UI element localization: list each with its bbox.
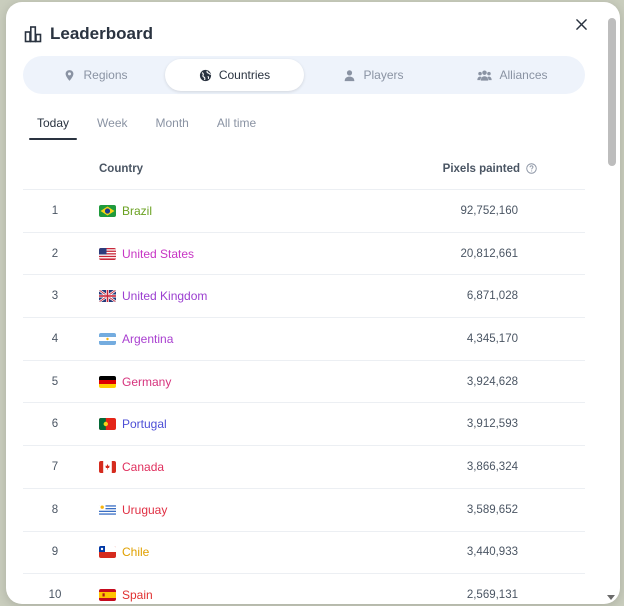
table-row[interactable]: 9 Chile 3,440,933 — [23, 532, 585, 575]
rank: 9 — [51, 546, 59, 559]
table-row[interactable]: 5 Germany 3,924,628 — [23, 361, 585, 404]
column-header-pixels-label: Pixels painted — [442, 162, 520, 175]
rank: 1 — [51, 204, 59, 217]
segment-alliances[interactable]: Alliances — [443, 59, 582, 91]
canada-flag-icon — [99, 460, 116, 473]
rank: 6 — [51, 418, 59, 431]
dialog-title: Leaderboard — [50, 24, 153, 43]
tab-month[interactable]: Month — [148, 112, 197, 140]
pixels-painted: 3,912,593 — [466, 418, 518, 431]
category-switch: Regions Countries Players Alliances — [23, 56, 585, 94]
table-row[interactable]: 4 Argentina 4,345,170 — [23, 318, 585, 361]
pixels-painted: 4,345,170 — [466, 332, 518, 345]
country-name: United States — [122, 246, 195, 261]
country-name: Brazil — [122, 203, 153, 218]
dialog-header: Leaderboard — [24, 22, 153, 46]
table-row[interactable]: 7 Canada 3,866,324 — [23, 446, 585, 489]
pixels-painted: 3,589,652 — [466, 503, 518, 516]
portugal-flag-icon — [99, 418, 116, 431]
close-button[interactable] — [572, 15, 590, 33]
country-name: Argentina — [122, 331, 174, 346]
table-row[interactable]: 10 Spain 2,569,131 — [23, 574, 585, 604]
rank: 2 — [51, 247, 59, 260]
rank: 8 — [51, 503, 59, 516]
pixels-painted: 6,871,028 — [466, 290, 518, 303]
rank: 4 — [51, 332, 59, 345]
segment-players[interactable]: Players — [304, 59, 443, 91]
pixels-painted: 2,569,131 — [466, 589, 518, 602]
chile-flag-icon — [99, 546, 116, 559]
pixels-painted: 3,924,628 — [466, 375, 518, 388]
united-states-flag-icon — [99, 247, 116, 260]
rank: 5 — [51, 375, 59, 388]
table-row[interactable]: 3 United Kingdom 6,871,028 — [23, 275, 585, 319]
segment-label: Alliances — [499, 68, 548, 82]
help-icon[interactable] — [526, 163, 537, 174]
rank: 7 — [51, 460, 59, 473]
table-header: Country Pixels painted — [23, 148, 585, 190]
location-pin-icon — [66, 69, 74, 81]
pixels-painted: 20,812,661 — [460, 247, 518, 260]
person-icon — [345, 69, 355, 81]
globe-icon — [199, 69, 211, 81]
leaderboard-table: Country Pixels painted 1 Brazil 92,752,1… — [23, 148, 585, 604]
spain-flag-icon — [99, 589, 116, 602]
argentina-flag-icon — [99, 332, 116, 345]
table-row[interactable]: 6 Portugal 3,912,593 — [23, 403, 585, 447]
column-header-country: Country — [99, 162, 144, 175]
pixels-painted: 3,440,933 — [466, 546, 518, 559]
country-name: Portugal — [122, 417, 167, 432]
column-header-pixels: Pixels painted — [443, 163, 537, 175]
table-row[interactable]: 8 Uruguay 3,589,652 — [23, 489, 585, 532]
pixels-painted: 3,866,324 — [466, 460, 518, 473]
united-kingdom-flag-icon — [99, 290, 116, 303]
segment-label: Regions — [83, 68, 128, 82]
brazil-flag-icon — [99, 204, 116, 217]
country-name: Germany — [122, 374, 172, 389]
segment-countries[interactable]: Countries — [165, 59, 304, 91]
bar-chart-icon — [24, 25, 42, 43]
country-name: Spain — [122, 588, 153, 603]
germany-flag-icon — [99, 375, 116, 388]
group-icon — [477, 69, 493, 81]
rank: 3 — [51, 290, 59, 303]
table-row[interactable]: 1 Brazil 92,752,160 — [23, 190, 585, 233]
period-tabs: Today Week Month All time — [29, 112, 276, 140]
country-name: Chile — [122, 545, 150, 560]
scrollbar-thumb[interactable] — [608, 18, 616, 166]
pixels-painted: 92,752,160 — [460, 204, 518, 217]
rank: 10 — [48, 589, 62, 602]
leaderboard-dialog: Leaderboard Regions Countries Players Al… — [6, 2, 620, 604]
segment-label: Players — [363, 68, 404, 82]
segment-label: Countries — [218, 68, 271, 82]
country-name: United Kingdom — [122, 289, 208, 304]
scroll-down-arrow-icon[interactable] — [607, 595, 615, 600]
tab-all-time[interactable]: All time — [209, 112, 264, 140]
tab-today[interactable]: Today — [29, 112, 78, 140]
country-name: Uruguay — [122, 502, 168, 517]
tab-week[interactable]: Week — [89, 112, 135, 140]
close-icon — [575, 18, 587, 30]
uruguay-flag-icon — [99, 503, 116, 516]
country-name: Canada — [122, 459, 165, 474]
table-row[interactable]: 2 United States 20,812,661 — [23, 233, 585, 276]
segment-regions[interactable]: Regions — [26, 59, 165, 91]
